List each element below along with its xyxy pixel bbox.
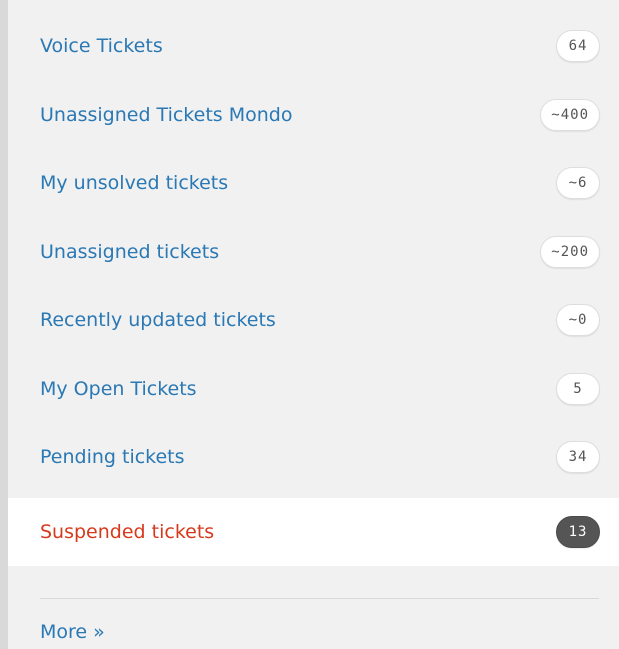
view-label[interactable]: Unassigned tickets — [40, 241, 219, 263]
view-count-badge: ~6 — [556, 167, 600, 200]
views-list: Voice Tickets 64 Unassigned Tickets Mond… — [8, 12, 619, 566]
view-count-badge: 13 — [556, 515, 600, 548]
view-count-badge: 64 — [556, 30, 600, 63]
view-item-pending-tickets[interactable]: Pending tickets 34 — [8, 423, 619, 492]
view-label[interactable]: My unsolved tickets — [40, 172, 228, 194]
view-item-voice-tickets[interactable]: Voice Tickets 64 — [8, 12, 619, 81]
views-panel: Voice Tickets 64 Unassigned Tickets Mond… — [0, 0, 619, 649]
view-label[interactable]: My Open Tickets — [40, 378, 197, 400]
view-label[interactable]: Recently updated tickets — [40, 309, 276, 331]
view-item-my-unsolved-tickets[interactable]: My unsolved tickets ~6 — [8, 149, 619, 218]
divider — [40, 598, 599, 599]
view-count-badge: ~0 — [556, 304, 600, 337]
view-count-badge: 5 — [556, 372, 600, 405]
view-label[interactable]: Suspended tickets — [40, 521, 214, 543]
view-label[interactable]: Unassigned Tickets Mondo — [40, 104, 292, 126]
view-item-suspended-tickets[interactable]: Suspended tickets 13 — [8, 497, 619, 566]
view-item-unassigned-tickets[interactable]: Unassigned tickets ~200 — [8, 218, 619, 287]
view-item-unassigned-tickets-mondo[interactable]: Unassigned Tickets Mondo ~400 — [8, 81, 619, 150]
view-count-badge: ~200 — [540, 235, 600, 268]
view-count-badge: ~400 — [540, 98, 600, 131]
view-count-badge: 34 — [556, 441, 600, 474]
view-item-recently-updated-tickets[interactable]: Recently updated tickets ~0 — [8, 286, 619, 355]
view-label[interactable]: Voice Tickets — [40, 35, 163, 57]
view-item-my-open-tickets[interactable]: My Open Tickets 5 — [8, 355, 619, 424]
view-label[interactable]: Pending tickets — [40, 446, 185, 468]
more-link[interactable]: More » — [40, 621, 105, 643]
